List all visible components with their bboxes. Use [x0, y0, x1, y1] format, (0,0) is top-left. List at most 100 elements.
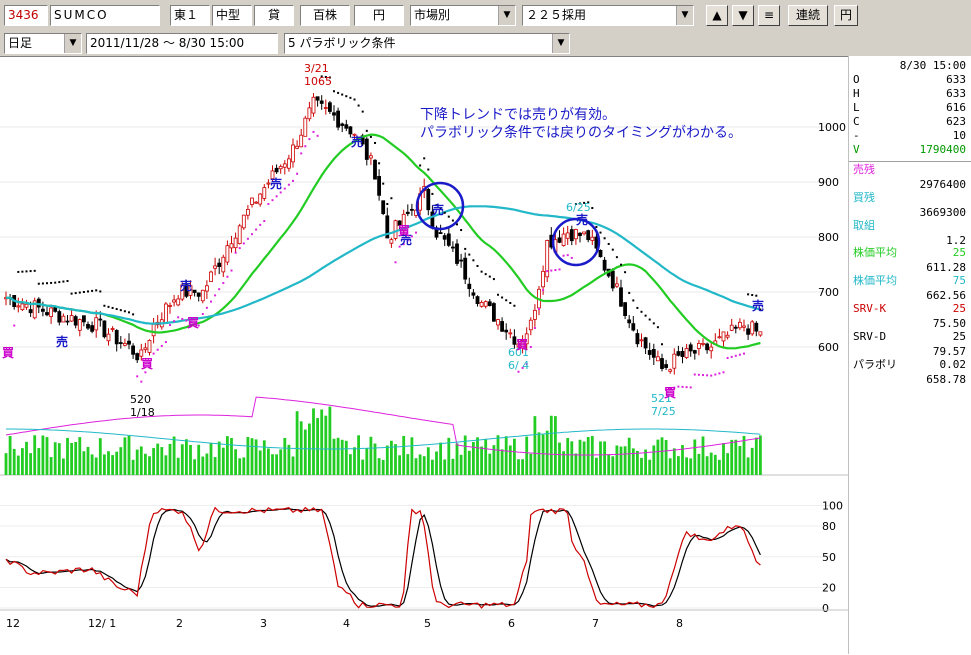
candle-body	[697, 343, 701, 349]
sar-dot	[611, 248, 614, 251]
sar-dot	[718, 372, 721, 375]
volume-bar	[422, 456, 426, 475]
candle-body	[426, 189, 431, 211]
period-select[interactable]: 日足 ▼	[4, 33, 82, 54]
stock-code-field[interactable]: 3436	[4, 5, 48, 26]
volume-bar	[615, 445, 619, 475]
candle-body	[69, 315, 74, 322]
sar-dot	[205, 306, 208, 309]
volume-bar	[517, 459, 520, 475]
sar-dot	[558, 268, 561, 271]
volume-bar	[705, 456, 709, 475]
ohlc-row: V 1790400	[853, 143, 966, 156]
sar-dot	[87, 290, 89, 293]
volume-bar	[664, 439, 668, 475]
sar-dot	[251, 233, 253, 236]
next-stock-button[interactable]: ▼	[732, 5, 754, 26]
sar-dot	[730, 355, 733, 358]
volume-bar	[677, 456, 680, 475]
condition-select[interactable]: 5 パラボリック条件 ▼	[284, 33, 570, 54]
sar-dot	[624, 271, 627, 274]
sar-dot	[710, 374, 713, 377]
volume-bar	[496, 435, 500, 475]
sar-dot	[46, 282, 48, 285]
candle-body	[49, 307, 53, 317]
sar-dot	[484, 273, 487, 276]
candle-body	[90, 325, 94, 332]
sar-dot	[714, 373, 717, 376]
volume-bar	[275, 454, 278, 475]
volume-bar	[344, 440, 348, 475]
volume-bar	[504, 436, 508, 475]
sar-dot	[99, 290, 102, 293]
candle-body	[106, 333, 111, 342]
menu-button[interactable]: ≡	[758, 5, 780, 26]
candle-body	[192, 289, 197, 293]
volume-bar	[238, 458, 242, 475]
volume-bar	[189, 444, 192, 475]
candle-body	[676, 351, 681, 356]
volume-bar	[152, 448, 155, 475]
candle-body	[139, 349, 144, 357]
sar-dot	[70, 292, 73, 295]
volume-bar	[250, 438, 254, 475]
volume-bar	[172, 436, 176, 475]
index-select[interactable]: ２２５採用 ▼	[522, 5, 694, 26]
volume-bar	[619, 446, 623, 475]
volume-bar	[295, 411, 299, 475]
candle-body	[438, 232, 443, 234]
sar-dot	[652, 322, 655, 325]
link-button[interactable]: 連続	[788, 5, 828, 26]
sar-dot	[62, 280, 65, 283]
volume-bar	[299, 421, 303, 475]
candle-body	[213, 265, 218, 269]
sar-dot	[267, 203, 270, 205]
candle-body	[299, 134, 304, 148]
volume-bar	[279, 449, 283, 475]
volume-bar	[139, 446, 143, 475]
volume-bar	[652, 445, 656, 475]
sar-dot	[566, 254, 569, 257]
sar-dot	[21, 270, 24, 273]
signal-marker: 売	[56, 334, 68, 349]
market-select[interactable]: 市場別 ▼	[410, 5, 516, 26]
volume-bar	[545, 430, 549, 475]
volume-bar	[566, 437, 570, 475]
volume-bar	[12, 448, 16, 475]
sar-dot	[509, 302, 512, 304]
volume-bar	[349, 454, 352, 475]
candle-body	[20, 303, 25, 311]
candle-body	[303, 117, 308, 137]
volume-bar	[41, 435, 45, 475]
prev-stock-button[interactable]: ▲	[706, 5, 728, 26]
kai-label: 買残	[853, 191, 875, 204]
sar-dot	[156, 348, 159, 351]
candle-body	[623, 302, 627, 317]
volume-bar	[529, 453, 533, 475]
sar-dot	[160, 344, 163, 347]
candle-body	[168, 305, 172, 307]
size-label: 中型	[212, 5, 252, 26]
volume-bar	[599, 441, 602, 475]
volume-bar	[340, 439, 344, 475]
candle-body	[278, 166, 283, 170]
price-tick-label: 800	[818, 231, 839, 244]
candle-body	[245, 209, 250, 216]
srv-k-line	[5, 506, 761, 609]
ma75-label: 株価平均 75	[853, 274, 966, 287]
volume-bar	[484, 438, 488, 475]
volume-indicator-line	[6, 428, 761, 450]
candle-body	[262, 187, 267, 199]
sar-dot	[689, 386, 692, 389]
candle-body	[229, 243, 234, 249]
sar-dot	[743, 352, 745, 355]
volume-bar	[185, 439, 188, 475]
candle-body	[639, 339, 644, 342]
sar-dot	[693, 373, 696, 376]
candle-body	[295, 145, 300, 149]
stock-chart[interactable]: 1000 900 800 700 600 100 80 50 20 0 12 12/ 1 2 3 4 5 6 7 8…	[0, 56, 971, 655]
price-annotation-value: 1065	[304, 75, 332, 88]
credit-label: 貸	[254, 5, 294, 26]
uri-label: 売残	[853, 163, 875, 176]
yen-button[interactable]: 円	[834, 5, 858, 26]
